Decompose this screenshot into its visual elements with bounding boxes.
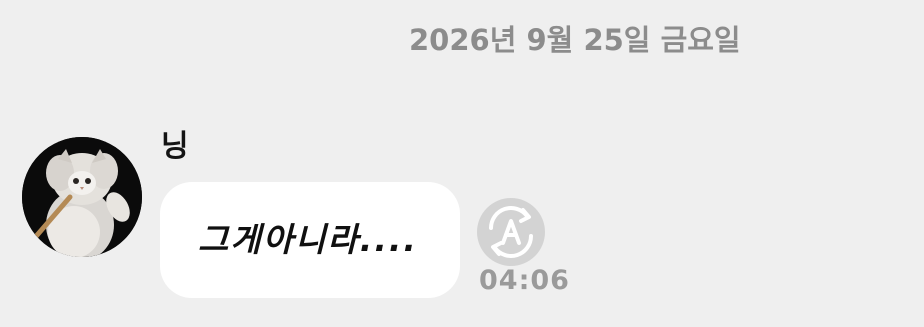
message-timestamp: 04:06: [479, 265, 570, 296]
translate-button[interactable]: [477, 198, 545, 266]
message-text: 그게아니라....: [198, 220, 418, 259]
message-bubble[interactable]: 그게아니라....: [160, 182, 460, 298]
sender-name: 닝: [161, 129, 189, 164]
date-header: 2026년 9월 25일 금요일: [409, 23, 741, 57]
sender-avatar[interactable]: [22, 137, 142, 257]
white-cat-avatar-icon: [22, 137, 142, 257]
translate-icon: [489, 206, 533, 258]
